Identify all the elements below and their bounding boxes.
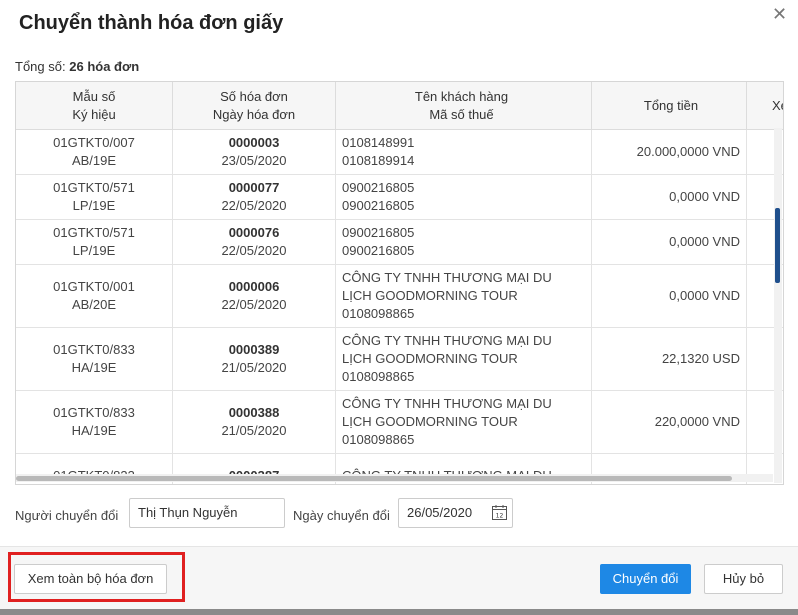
number-date-cell: 0000006 22/05/2020: [172, 264, 336, 328]
customer-cell: 0108148991 0108189914: [335, 129, 592, 175]
number-date-cell: 0000077 22/05/2020: [172, 174, 336, 220]
series: AB/19E: [71, 153, 117, 168]
tax-code: 0900216805: [342, 198, 415, 213]
form-number: 01GTKT0/571: [53, 180, 135, 195]
converter-label: Người chuyển đổi: [15, 508, 119, 523]
header-view: Xem H: [746, 82, 783, 130]
customer-name: 0108148991: [342, 135, 415, 150]
tax-code: 0108098865: [342, 432, 415, 447]
form-number: 01GTKT0/007: [53, 135, 135, 150]
calendar-icon[interactable]: 12: [492, 505, 507, 520]
vertical-scroll-thumb[interactable]: [775, 208, 780, 283]
customer-name: LỊCH GOODMORNING TOUR: [342, 414, 518, 429]
converter-input[interactable]: Thị Thụn Nguyễn: [129, 498, 285, 528]
vertical-scrollbar[interactable]: [774, 128, 782, 483]
tax-code: 0900216805: [342, 243, 415, 258]
invoice-date: 21/05/2020: [221, 360, 287, 375]
form-series-cell: 01GTKT0/833 HA/19E: [16, 390, 173, 454]
series: HA/19E: [71, 360, 117, 375]
number-date-cell: 0000389 21/05/2020: [172, 327, 336, 391]
invoice-number: 0000076: [228, 225, 280, 240]
customer-name: CÔNG TY TNHH THƯƠNG MẠI DU: [342, 396, 552, 411]
form-number: 01GTKT0/833: [53, 342, 135, 357]
close-icon[interactable]: ✕: [772, 4, 787, 25]
horizontal-scrollbar[interactable]: [16, 474, 773, 482]
header-customer-tax: Tên khách hàng Mã số thuế: [335, 82, 592, 130]
form-series-cell: 01GTKT0/007 AB/19E: [16, 129, 173, 175]
table-row[interactable]: 01GTKT0/833 HA/19E 0000388 21/05/2020 CÔNG T…: [16, 390, 783, 454]
form-series-cell: 01GTKT0/833 HA/19E: [16, 327, 173, 391]
customer-cell: 0900216805 0900216805: [335, 219, 592, 265]
table-row[interactable]: 01GTKT0/007 AB/19E 0000003 23/05/2020 010814…: [16, 129, 783, 175]
invoice-number: 0000388: [228, 405, 280, 420]
form-number: 01GTKT0/833: [53, 405, 135, 420]
table-row[interactable]: 01GTKT0/571 LP/19E 0000076 22/05/2020 090021…: [16, 219, 783, 265]
horizontal-scroll-thumb[interactable]: [16, 476, 732, 481]
table-header-row: Mẫu số Ký hiệu Số hóa đơn Ngày hóa đơn Tên…: [16, 82, 783, 130]
invoice-number: 0000077: [228, 180, 280, 195]
invoice-number: 0000003: [228, 135, 280, 150]
series: LP/19E: [72, 243, 116, 258]
total-cell: 220,0000 VND: [591, 390, 747, 454]
customer-cell: 0900216805 0900216805: [335, 174, 592, 220]
total-cell: 0,0000 VND: [591, 174, 747, 220]
series: HA/19E: [71, 423, 117, 438]
number-date-cell: 0000388 21/05/2020: [172, 390, 336, 454]
date-input[interactable]: 26/05/2020 12: [398, 498, 513, 528]
customer-name: LỊCH GOODMORNING TOUR: [342, 351, 518, 366]
dialog-title: Chuyển thành hóa đơn giấy: [19, 12, 284, 34]
form-number: 01GTKT0/571: [53, 225, 135, 240]
form-series-cell: 01GTKT0/571 LP/19E: [16, 174, 173, 220]
convert-to-paper-dialog: Chuyển thành hóa đơn giấy ✕ Tổng số: 26 …: [0, 0, 798, 615]
invoice-number: 0000389: [228, 342, 280, 357]
invoice-date: 22/05/2020: [221, 297, 287, 312]
total-cell: 22,1320 USD: [591, 327, 747, 391]
date-label: Ngày chuyển đổi: [293, 508, 390, 523]
invoice-table: Mẫu số Ký hiệu Số hóa đơn Ngày hóa đơn Tên…: [15, 81, 784, 485]
summary-label: Tổng số:: [15, 59, 66, 74]
invoice-number: 0000006: [228, 279, 280, 294]
tax-code: 0108098865: [342, 306, 415, 321]
invoice-summary: Tổng số: 26 hóa đơn: [15, 59, 139, 74]
date-value: 26/05/2020: [407, 505, 473, 520]
header-form-series: Mẫu số Ký hiệu: [16, 82, 173, 130]
invoice-date: 21/05/2020: [221, 423, 287, 438]
conversion-form: Người chuyển đổi Thị Thụn Nguyễn Ngày ch…: [0, 498, 798, 532]
tax-code: 0108189914: [342, 153, 415, 168]
svg-text:12: 12: [496, 513, 504, 520]
invoice-date: 22/05/2020: [221, 243, 287, 258]
customer-cell: CÔNG TY TNHH THƯƠNG MẠI DU LỊCH GOODMORNI…: [335, 264, 592, 328]
table-row[interactable]: 01GTKT0/571 LP/19E 0000077 22/05/2020 090021…: [16, 174, 783, 220]
form-series-cell: 01GTKT0/571 LP/19E: [16, 219, 173, 265]
customer-name: CÔNG TY TNHH THƯƠNG MẠI DU: [342, 333, 552, 348]
number-date-cell: 0000003 23/05/2020: [172, 129, 336, 175]
bottom-edge: [0, 609, 798, 615]
table-row[interactable]: 01GTKT0/833 HA/19E 0000389 21/05/2020 CÔNG T…: [16, 327, 783, 391]
customer-name: CÔNG TY TNHH THƯƠNG MẠI DU: [342, 270, 552, 285]
header-total: Tổng tiền: [591, 82, 747, 130]
form-number: 01GTKT0/001: [53, 279, 135, 294]
customer-cell: CÔNG TY TNHH THƯƠNG MẠI DU LỊCH GOODMORNI…: [335, 327, 592, 391]
series: AB/20E: [71, 297, 117, 312]
cancel-button[interactable]: Hủy bỏ: [704, 564, 783, 594]
invoice-date: 22/05/2020: [221, 198, 287, 213]
tax-code: 0108098865: [342, 369, 415, 384]
customer-name: 0900216805: [342, 225, 415, 240]
form-series-cell: 01GTKT0/001 AB/20E: [16, 264, 173, 328]
customer-name: 0900216805: [342, 180, 415, 195]
highlight-frame: [8, 552, 185, 602]
table-row[interactable]: 01GTKT0/001 AB/20E 0000006 22/05/2020 CÔNG T…: [16, 264, 783, 328]
header-number-date: Số hóa đơn Ngày hóa đơn: [172, 82, 336, 130]
summary-unit: hóa đơn: [87, 59, 140, 74]
total-cell: 0,0000 VND: [591, 219, 747, 265]
customer-cell: CÔNG TY TNHH THƯƠNG MẠI DU LỊCH GOODMORNI…: [335, 390, 592, 454]
summary-count: 26: [69, 59, 84, 74]
total-cell: 0,0000 VND: [591, 264, 747, 328]
number-date-cell: 0000076 22/05/2020: [172, 219, 336, 265]
convert-button[interactable]: Chuyển đổi: [600, 564, 691, 594]
invoice-date: 23/05/2020: [221, 153, 287, 168]
customer-name: LỊCH GOODMORNING TOUR: [342, 288, 518, 303]
series: LP/19E: [72, 198, 116, 213]
total-cell: 20.000,0000 VND: [591, 129, 747, 175]
